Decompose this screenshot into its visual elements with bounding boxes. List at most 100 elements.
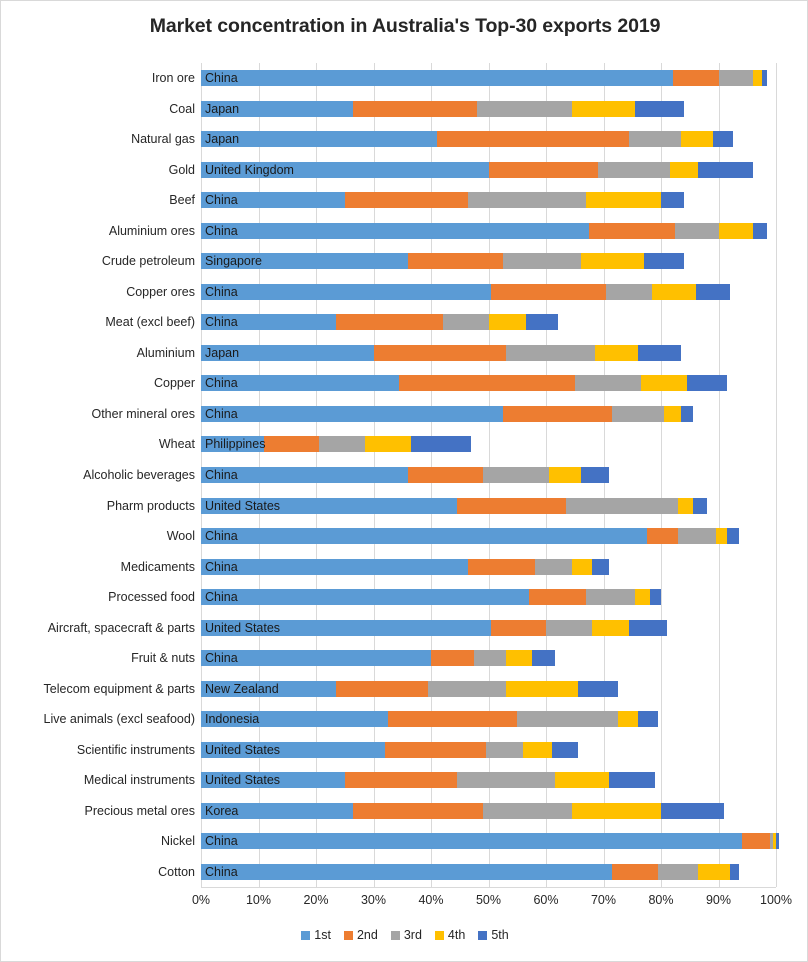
bar-segment-2nd[interactable] (491, 619, 546, 636)
bar-segment-4th[interactable] (594, 344, 638, 361)
bar-segment-4th[interactable] (635, 589, 650, 606)
stacked-bar[interactable]: New Zealand (201, 680, 776, 697)
bar-segment-5th[interactable] (580, 467, 610, 483)
legend-item-5th[interactable]: 5th (478, 929, 509, 942)
stacked-bar[interactable]: China (201, 863, 776, 880)
bar-segment-1st[interactable] (201, 375, 400, 392)
bar-segment-1st[interactable] (201, 497, 457, 514)
bar-segment-5th[interactable] (577, 680, 618, 697)
bar-segment-1st[interactable] (201, 772, 345, 789)
bar-segment-2nd[interactable] (431, 650, 475, 667)
bar-segment-1st[interactable] (201, 222, 590, 239)
bar-segment-1st[interactable] (201, 619, 492, 636)
bar-segment-5th[interactable] (531, 650, 555, 667)
bar-segment-1st[interactable] (201, 680, 337, 697)
bar-segment-4th[interactable] (571, 802, 661, 819)
bar-segment-2nd[interactable] (336, 314, 443, 331)
bar-segment-4th[interactable] (753, 70, 762, 87)
stacked-bar[interactable]: Singapore (201, 253, 776, 270)
stacked-bar[interactable]: China (201, 314, 776, 331)
bar-segment-3rd[interactable] (546, 619, 592, 636)
stacked-bar[interactable]: China (201, 650, 776, 667)
bar-segment-4th[interactable] (715, 528, 728, 545)
bar-segment-5th[interactable] (686, 375, 728, 392)
bar-segment-2nd[interactable] (353, 100, 477, 117)
bar-segment-3rd[interactable] (675, 222, 719, 239)
stacked-bar[interactable]: United Kingdom (201, 161, 776, 178)
bar-segment-5th[interactable] (638, 344, 682, 361)
bar-segment-3rd[interactable] (477, 100, 572, 117)
stacked-bar[interactable]: China (201, 283, 776, 300)
stacked-bar[interactable]: United States (201, 741, 776, 758)
stacked-bar[interactable]: United States (201, 497, 776, 514)
bar-segment-4th[interactable] (548, 467, 581, 483)
stacked-bar[interactable]: Korea (201, 802, 776, 819)
bar-segment-3rd[interactable] (658, 863, 699, 880)
stacked-bar[interactable]: Philippines (201, 436, 776, 453)
stacked-bar[interactable]: China (201, 192, 776, 209)
bar-segment-1st[interactable] (201, 344, 374, 361)
bar-segment-5th[interactable] (712, 131, 733, 148)
bar-segment-3rd[interactable] (442, 314, 489, 331)
bar-segment-4th[interactable] (663, 405, 682, 422)
bar-segment-2nd[interactable] (456, 497, 567, 514)
stacked-bar[interactable]: China (201, 589, 776, 606)
stacked-bar[interactable]: China (201, 833, 779, 850)
bar-segment-4th[interactable] (580, 253, 644, 270)
stacked-bar[interactable]: China (201, 528, 776, 545)
bar-segment-3rd[interactable] (586, 589, 636, 606)
bar-segment-5th[interactable] (629, 619, 667, 636)
bar-segment-5th[interactable] (525, 314, 558, 331)
bar-segment-1st[interactable] (201, 711, 388, 728)
bar-segment-1st[interactable] (201, 436, 265, 453)
bar-segment-5th[interactable] (551, 741, 578, 758)
bar-segment-1st[interactable] (201, 192, 345, 209)
stacked-bar[interactable]: China (201, 70, 776, 87)
bar-segment-5th[interactable] (698, 161, 753, 178)
bar-segment-5th[interactable] (776, 833, 779, 850)
bar-segment-2nd[interactable] (353, 802, 483, 819)
bar-segment-2nd[interactable] (385, 741, 486, 758)
bar-segment-2nd[interactable] (488, 161, 598, 178)
bar-segment-4th[interactable] (640, 375, 687, 392)
bar-segment-4th[interactable] (586, 192, 661, 209)
bar-segment-3rd[interactable] (482, 467, 549, 483)
stacked-bar[interactable]: Indonesia (201, 711, 776, 728)
stacked-bar[interactable]: Japan (201, 344, 776, 361)
bar-segment-1st[interactable] (201, 314, 337, 331)
bar-segment-1st[interactable] (201, 283, 492, 300)
stacked-bar[interactable]: China (201, 558, 776, 575)
bar-segment-5th[interactable] (695, 283, 730, 300)
bar-segment-2nd[interactable] (741, 833, 771, 850)
bar-segment-4th[interactable] (617, 711, 638, 728)
legend-item-2nd[interactable]: 2nd (343, 929, 378, 942)
bar-segment-4th[interactable] (554, 772, 610, 789)
bar-segment-5th[interactable] (643, 253, 684, 270)
bar-segment-2nd[interactable] (672, 70, 719, 87)
bar-segment-1st[interactable] (201, 650, 431, 667)
bar-segment-3rd[interactable] (612, 405, 664, 422)
bar-segment-1st[interactable] (201, 802, 354, 819)
bar-segment-4th[interactable] (523, 741, 552, 758)
bar-segment-4th[interactable] (698, 863, 730, 880)
stacked-bar[interactable]: China (201, 467, 776, 483)
bar-segment-3rd[interactable] (456, 772, 555, 789)
bar-segment-5th[interactable] (761, 70, 768, 87)
bar-segment-4th[interactable] (678, 497, 693, 514)
bar-segment-1st[interactable] (201, 405, 503, 422)
bar-segment-3rd[interactable] (718, 70, 753, 87)
bar-segment-5th[interactable] (753, 222, 768, 239)
bar-segment-5th[interactable] (730, 863, 739, 880)
bar-segment-5th[interactable] (661, 802, 725, 819)
bar-segment-2nd[interactable] (612, 863, 659, 880)
bar-segment-5th[interactable] (692, 497, 707, 514)
bar-segment-3rd[interactable] (517, 711, 618, 728)
stacked-bar[interactable]: China (201, 375, 776, 392)
bar-segment-4th[interactable] (571, 558, 592, 575)
bar-segment-3rd[interactable] (606, 283, 653, 300)
bar-segment-3rd[interactable] (597, 161, 670, 178)
bar-segment-3rd[interactable] (485, 741, 523, 758)
bar-segment-4th[interactable] (364, 436, 411, 453)
bar-segment-3rd[interactable] (505, 344, 595, 361)
bar-segment-4th[interactable] (669, 161, 699, 178)
